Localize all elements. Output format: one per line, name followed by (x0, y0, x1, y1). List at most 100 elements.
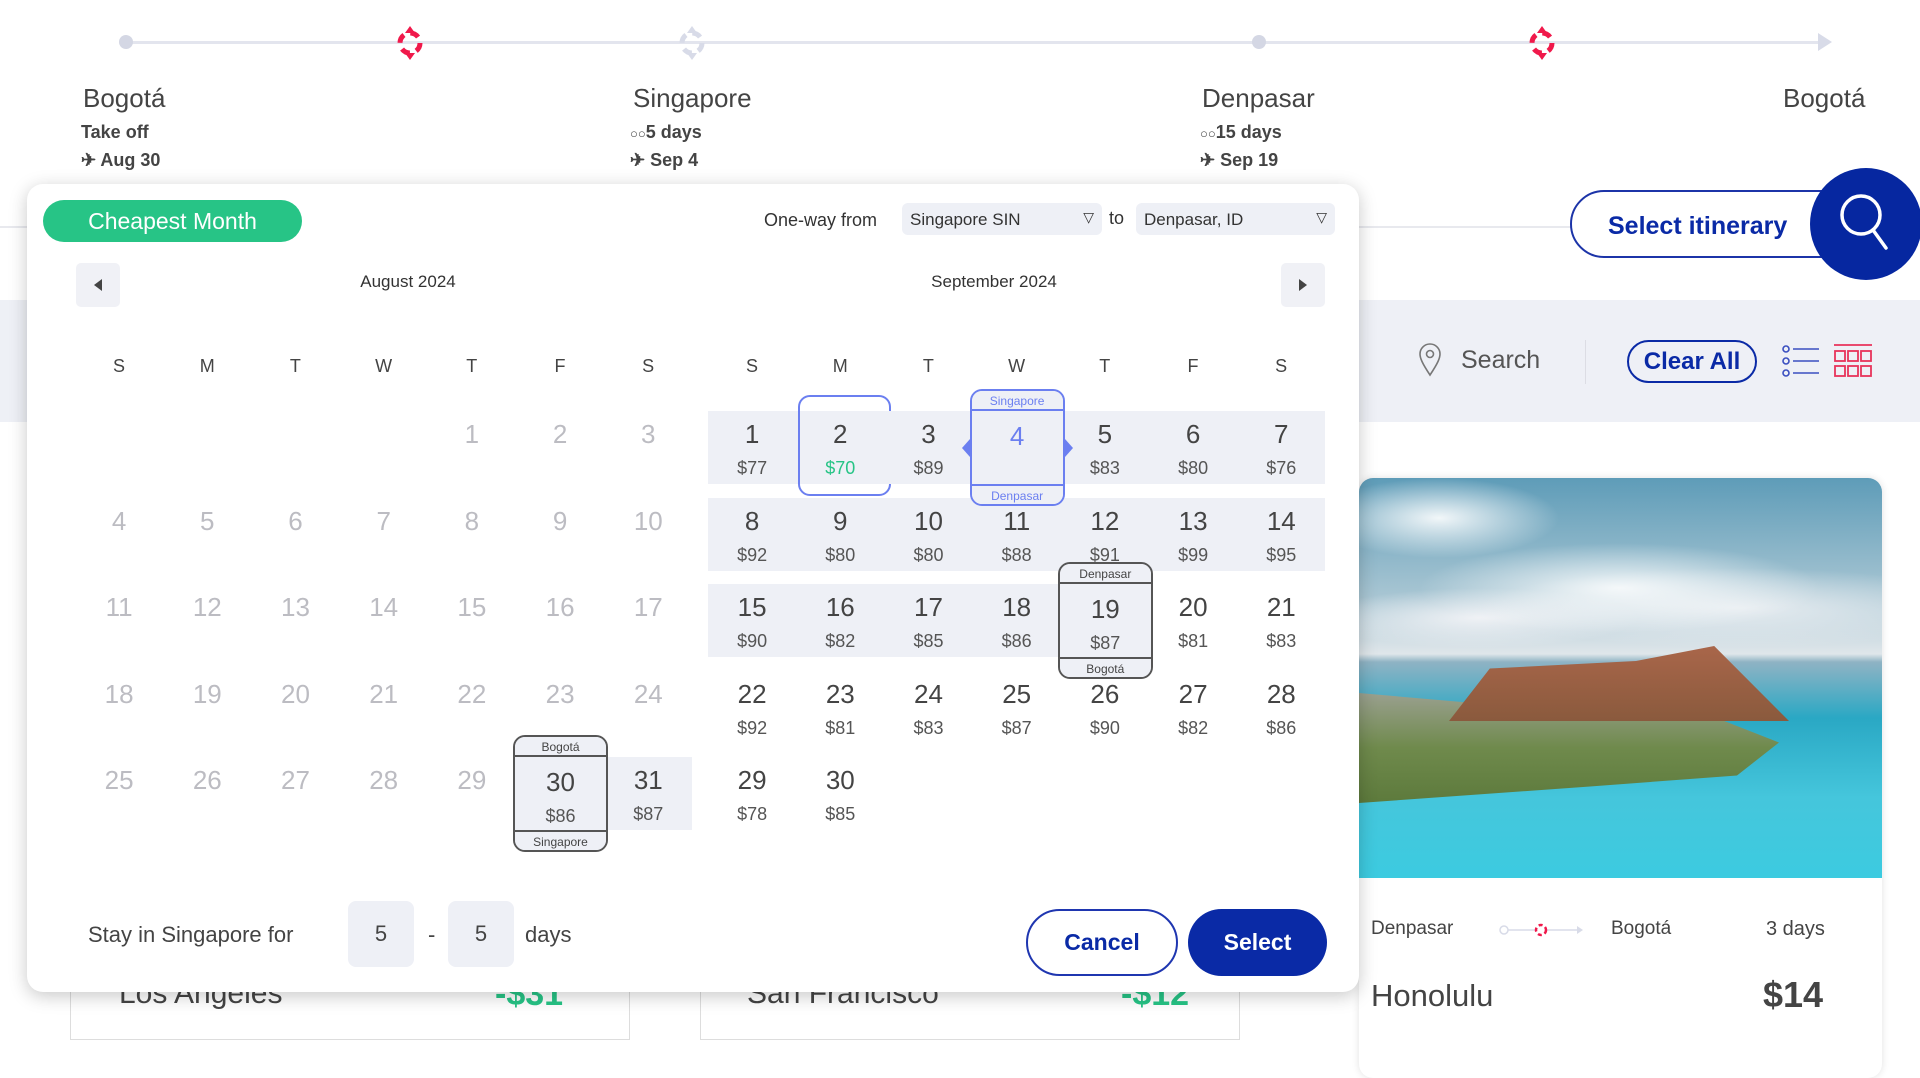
calendar-day[interactable]: 3 $89 (884, 411, 973, 484)
calendar-day: 24 (604, 671, 692, 744)
calendar-day[interactable]: 29 $78 (708, 757, 796, 830)
card-duration: 3 days (1766, 918, 1825, 940)
day-number: 18 (104, 678, 134, 709)
list-view-icon[interactable] (1782, 345, 1820, 377)
weekday-header: M (832, 356, 848, 376)
weekday-header: F (554, 356, 566, 376)
selected-date-box[interactable]: Denpasar 19 $87 Bogotá (1057, 562, 1153, 679)
day-number: 16 (825, 592, 855, 622)
cheapest-month-button[interactable]: Cheapest Month (43, 200, 302, 242)
calendar-day: 12 (163, 584, 251, 657)
prev-month-button[interactable] (76, 263, 120, 307)
calendar-day: 11 (75, 584, 163, 657)
calendar-day[interactable]: 13 $99 (1149, 497, 1238, 571)
calendar-day[interactable]: 11 $88 (972, 497, 1061, 571)
stop-date: ✈︎ Sep 19 (1200, 150, 1279, 170)
calendar-day[interactable]: 27 $82 (1149, 671, 1237, 744)
next-month-button[interactable] (1281, 263, 1325, 307)
calendar-day[interactable]: 31 $87 (604, 757, 693, 830)
calendar-day[interactable]: 20 $81 (1149, 584, 1237, 657)
caret-left-icon (961, 438, 970, 457)
calendar-day: 21 (340, 671, 428, 744)
select-button[interactable]: Select (1188, 909, 1327, 976)
day-number: 19 (192, 678, 222, 709)
day-price: $82 (1178, 717, 1209, 738)
calendar-day[interactable]: 14 $95 (1237, 497, 1326, 571)
timeline-dot (119, 35, 133, 49)
calendar-day[interactable]: 10 $80 (884, 497, 973, 571)
selected-date-box[interactable]: Bogotá 30 $86 Singapore (513, 735, 608, 852)
from-select[interactable]: Singapore SIN ▽ (902, 203, 1102, 235)
clear-all-button[interactable]: Clear All (1627, 340, 1757, 383)
calendar-day[interactable]: 9 $80 (796, 497, 885, 571)
day-number: 29 (457, 765, 487, 795)
day-number: 28 (1266, 678, 1296, 709)
stop-city: Denpasar (1202, 83, 1315, 113)
stop-date: ✈︎ Aug 30 (81, 150, 161, 170)
calendar-day[interactable]: 21 $83 (1237, 584, 1325, 657)
day-price: $80 (913, 544, 944, 565)
stay-min-input[interactable] (348, 901, 414, 967)
day-price: $86 (1266, 717, 1297, 738)
stay-max-input[interactable] (448, 901, 514, 967)
date-label-bottom: Bogotá (1059, 657, 1151, 677)
dropdown-arrow-icon: ▽ (1316, 209, 1327, 225)
destination-photo (1359, 478, 1882, 878)
calendar-day[interactable]: 24 $83 (884, 671, 972, 744)
day-number: 22 (737, 678, 767, 709)
calendar-day[interactable]: 1 $77 (708, 411, 797, 484)
weekday-header: F (1187, 356, 1199, 376)
calendar-day[interactable]: 30 $85 (796, 757, 884, 830)
calendar-day[interactable]: 17 $85 (884, 584, 973, 657)
route-timeline-line (126, 41, 1821, 44)
calendar-day[interactable]: 28 $86 (1237, 671, 1325, 744)
cancel-button[interactable]: Cancel (1026, 909, 1178, 976)
day-price: $81 (825, 717, 856, 738)
day-number: 20 (1178, 592, 1208, 622)
weekday-header: S (745, 356, 758, 376)
calendar-day: 4 (75, 498, 163, 571)
month-title: September 2024 (931, 272, 1057, 291)
weekday-header: T (289, 356, 301, 376)
calendar-day[interactable]: 25 $87 (973, 671, 1061, 744)
calendar-day[interactable]: 18 $86 (972, 584, 1061, 657)
dropdown-arrow-icon: ▽ (1083, 209, 1094, 225)
destination-card[interactable]: Denpasar Bogotá 3 days Honolulu $14 (1359, 478, 1882, 1078)
grid-view-icon[interactable] (1834, 343, 1872, 379)
weekday-header: S (112, 356, 125, 376)
day-price: $92 (737, 544, 768, 565)
link-icon: ○○ (630, 126, 646, 141)
calendar-day: 14 (340, 584, 428, 657)
day-number: 17 (914, 592, 943, 622)
day-number: 4 (1009, 421, 1025, 451)
day-number: 25 (1002, 678, 1032, 709)
to-select[interactable]: Denpasar, ID ▽ (1136, 203, 1335, 235)
photo-mountain (1449, 646, 1789, 721)
calendar-day[interactable]: 7 $76 (1237, 411, 1326, 484)
day-number: 23 (825, 678, 855, 709)
calendar-day[interactable]: 23 $81 (796, 671, 884, 744)
calendar-day[interactable]: 15 $90 (708, 584, 797, 657)
selected-date-box[interactable]: Singapore 4 Denpasar (961, 389, 1073, 506)
calendar-day: 2 (516, 411, 604, 484)
day-number: 5 (200, 505, 215, 536)
day-number: 3 (921, 419, 936, 449)
date-label-top: Bogotá (515, 737, 606, 757)
calendar-day[interactable]: 6 $80 (1149, 411, 1238, 484)
search-button[interactable] (1810, 168, 1920, 280)
calendar-day[interactable]: 26 $90 (1061, 671, 1149, 744)
weekday-header: S (1275, 356, 1288, 376)
calendar-day[interactable]: 16 $82 (796, 584, 885, 657)
calendar-day: 10 (604, 498, 692, 571)
calendar-day[interactable]: 12 $91 (1060, 497, 1149, 571)
location-search[interactable]: Search (1461, 346, 1540, 375)
day-number: 24 (633, 678, 663, 709)
calendar-day[interactable]: 5 $83 (1060, 411, 1149, 484)
day-number: 29 (737, 765, 767, 795)
day-price: $82 (825, 631, 856, 651)
day-number: 11 (105, 592, 133, 622)
stop-city: Bogotá (1783, 83, 1866, 113)
calendar-day[interactable]: 22 $92 (708, 671, 796, 744)
day-number: 14 (369, 592, 399, 622)
calendar-day[interactable]: 8 $92 (708, 497, 797, 571)
